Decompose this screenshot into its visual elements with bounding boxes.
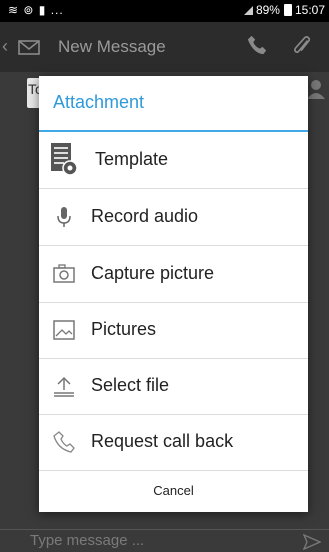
menu-item-capture-picture[interactable]: Capture picture: [39, 246, 308, 303]
menu-label: Request call back: [91, 431, 234, 451]
camera-icon: [53, 264, 75, 283]
menu-item-pictures[interactable]: Pictures: [39, 302, 308, 359]
battery-icon: [283, 4, 292, 16]
upload-icon: [54, 376, 74, 397]
cancel-button[interactable]: Cancel: [39, 469, 308, 512]
call-icon[interactable]: [246, 34, 268, 56]
status-right: 89% 15:07: [243, 3, 325, 17]
battery-percent: 89%: [255, 3, 280, 17]
menu-label: Record audio: [91, 206, 199, 226]
menu-item-select-file[interactable]: Select file: [39, 358, 308, 415]
menu-label: Template: [95, 149, 169, 169]
attach-icon[interactable]: [291, 34, 313, 58]
app-title: New Message: [58, 37, 166, 56]
notification-icons: ≋ ⊚ ▮ ...: [8, 3, 64, 17]
envelope-icon: [18, 40, 40, 55]
dialog-title: Attachment: [53, 92, 145, 112]
menu-label: Select file: [91, 375, 170, 395]
back-icon[interactable]: ‹: [2, 36, 8, 57]
send-icon[interactable]: [303, 534, 321, 550]
phone-icon: [53, 431, 75, 453]
clock: 15:07: [294, 3, 325, 17]
signal-icon: [243, 5, 253, 15]
dialog-header: Attachment: [39, 76, 308, 132]
message-input[interactable]: Type message ...: [30, 532, 144, 549]
attachment-dialog: Attachment Template Record audio Capture…: [39, 76, 308, 512]
menu-item-request-call-back[interactable]: Request call back: [39, 414, 308, 471]
contact-icon[interactable]: [305, 78, 327, 100]
compose-bar: Type message ...: [0, 529, 329, 552]
picture-icon: [53, 320, 75, 340]
menu-label: Capture picture: [91, 263, 215, 283]
template-icon: [51, 143, 78, 176]
app-bar: ‹ New Message: [0, 22, 329, 72]
menu-item-record-audio[interactable]: Record audio: [39, 189, 308, 246]
menu-label: Pictures: [91, 319, 157, 339]
menu-item-template[interactable]: Template: [39, 132, 308, 189]
status-bar: ≋ ⊚ ▮ ... 89% 15:07: [0, 0, 329, 22]
microphone-icon: [57, 207, 71, 227]
